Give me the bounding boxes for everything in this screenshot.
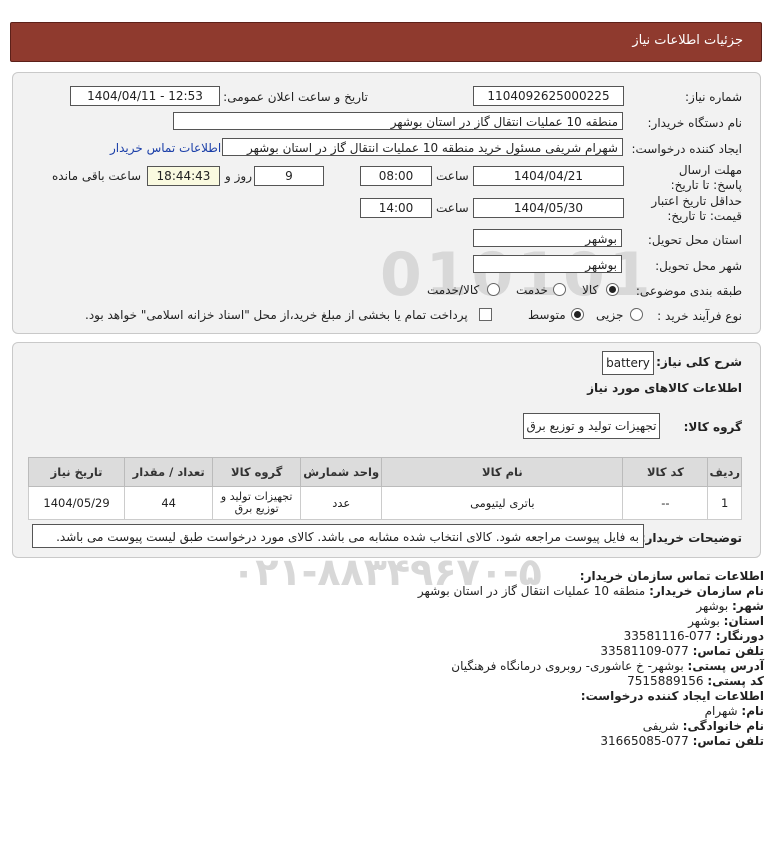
creator-field: شهرام شریفی مسئول خرید منطقه 10 عملیات ا… xyxy=(222,138,623,156)
need-date-cell: 1404/05/29 xyxy=(27,486,126,520)
contact-postal-label: کد پستی: xyxy=(707,674,764,688)
category-radio-service[interactable] xyxy=(553,283,566,296)
province-field: بوشهر xyxy=(473,229,622,247)
page-title: جزئیات اطلاعات نیاز xyxy=(632,33,743,48)
category-label: طبقه بندی موضوعی: xyxy=(635,284,742,298)
purchase-option-medium: متوسط xyxy=(528,308,566,322)
creator-last-name: شریفی xyxy=(642,719,679,733)
contact-title: اطلاعات تماس سازمان خریدار: xyxy=(579,569,764,583)
validity-label: حداقل تاریخ اعتبار قیمت: تا تاریخ: xyxy=(651,194,742,223)
contact-phone: 077-33581109 xyxy=(600,644,689,658)
remaining-time-label: ساعت باقی مانده xyxy=(52,169,142,183)
purchase-option-minor: جزیی xyxy=(596,308,624,322)
creator-first-name-label: نام: xyxy=(741,704,764,718)
contact-province: بوشهر xyxy=(688,614,720,628)
col-need-date: تاریخ نیاز xyxy=(27,457,126,487)
need-description-label: شرح کلی نیاز: xyxy=(656,355,742,369)
days-field: 9 xyxy=(254,166,324,186)
contact-city-label: شهر: xyxy=(732,599,764,613)
need-number-field: 1104092625000225 xyxy=(473,86,624,106)
buyer-notes-label: توضیحات خریدار: xyxy=(640,531,742,545)
col-quantity: تعداد / مقدار xyxy=(124,457,214,487)
need-number-label: شماره نیاز: xyxy=(685,90,742,104)
category-option-service: خدمت xyxy=(516,283,548,297)
buyer-contact-section: اطلاعات تماس سازمان خریدار: نام سازمان خ… xyxy=(418,569,764,749)
buyer-org-field: منطقه 10 عملیات انتقال گاز در استان بوشه… xyxy=(173,112,623,130)
contact-city: بوشهر xyxy=(696,599,729,613)
contact-address: بوشهر- خ عاشوری- روبروی درمانگاه فرهنگیا… xyxy=(451,659,684,673)
category-option-goods-service: کالا/خدمت xyxy=(427,283,480,297)
deadline-time-label: ساعت xyxy=(436,169,469,183)
col-unit: واحد شمارش xyxy=(300,457,383,487)
treasury-payment-checkbox[interactable] xyxy=(479,308,492,321)
validity-date-field: 1404/05/30 xyxy=(473,198,624,218)
contact-province-label: استان: xyxy=(723,614,764,628)
buyer-contact-link[interactable]: اطلاعات تماس خریدار xyxy=(110,141,221,155)
goods-table: ردیف کد کالا نام کالا واحد شمارش گروه کا… xyxy=(27,457,742,520)
buyer-org-label: نام دستگاه خریدار: xyxy=(647,116,743,130)
quantity-cell: 44 xyxy=(124,486,214,520)
goods-info-title: اطلاعات کالاهای مورد نیاز xyxy=(587,381,742,395)
deadline-date-field: 1404/04/21 xyxy=(473,166,624,186)
goods-name-cell: باتری لیتیومی xyxy=(381,486,624,520)
contact-phone-label: تلفن تماس: xyxy=(692,644,764,658)
validity-time-label: ساعت xyxy=(436,201,469,215)
contact-postal: 7515889156 xyxy=(627,674,704,688)
treasury-payment-note: پرداخت تمام یا بخشی از مبلغ خرید،از محل … xyxy=(85,308,468,322)
deadline-time-field: 08:00 xyxy=(360,166,432,186)
days-label: روز و xyxy=(225,169,252,183)
contact-fax-label: دورنگار: xyxy=(715,629,764,643)
unit-cell: عدد xyxy=(300,486,383,520)
creator-first-name: شهرام xyxy=(704,704,738,718)
city-label: شهر محل تحویل: xyxy=(655,259,742,273)
creator-label: ایجاد کننده درخواست: xyxy=(631,142,742,156)
goods-group-cell: تجهیزات تولید و توزیع برق xyxy=(212,486,302,520)
row-number-cell: 1 xyxy=(707,486,742,520)
category-option-goods: کالا xyxy=(582,283,599,297)
contact-org-label: نام سازمان خریدار: xyxy=(649,584,764,598)
goods-group-field: تجهیزات تولید و توزیع برق xyxy=(523,413,660,439)
buyer-notes-field: به فایل پیوست مراجعه شود. کالای انتخاب ش… xyxy=(32,524,644,548)
remaining-time-field: 18:44:43 xyxy=(147,166,220,186)
goods-code-cell: -- xyxy=(622,486,709,520)
table-row: 1 -- باتری لیتیومی عدد تجهیزات تولید و ت… xyxy=(27,486,742,520)
announce-label: تاریخ و ساعت اعلان عمومی: xyxy=(223,90,368,104)
category-radio-goods-service[interactable] xyxy=(487,283,500,296)
col-goods-name: نام کالا xyxy=(381,457,624,487)
contact-org: منطقه 10 عملیات انتقال گاز در استان بوشه… xyxy=(417,584,646,598)
validity-time-field: 14:00 xyxy=(360,198,432,218)
col-goods-code: کد کالا xyxy=(622,457,709,487)
need-description-field: battery xyxy=(602,351,654,375)
purchase-type-label: نوع فرآیند خرید : xyxy=(657,309,742,323)
creator-phone-label: تلفن تماس: xyxy=(692,734,764,748)
deadline-label: مهلت ارسال پاسخ: تا تاریخ: xyxy=(670,163,742,192)
col-goods-group: گروه کالا xyxy=(212,457,302,487)
city-field: بوشهر xyxy=(473,255,622,273)
creator-phone: 077-31665085 xyxy=(600,734,689,748)
province-label: استان محل تحویل: xyxy=(647,233,742,247)
purchase-radio-minor[interactable] xyxy=(630,308,643,321)
goods-table-header: ردیف کد کالا نام کالا واحد شمارش گروه کا… xyxy=(27,457,742,487)
creator-info-title: اطلاعات ایجاد کننده درخواست: xyxy=(580,689,764,703)
contact-fax: 077-33581116 xyxy=(623,629,712,643)
announce-field: 1404/04/11 - 12:53 xyxy=(70,86,220,106)
category-radio-goods[interactable] xyxy=(606,283,619,296)
page-header: جزئیات اطلاعات نیاز xyxy=(10,22,762,62)
contact-address-label: آدرس پستی: xyxy=(687,659,764,673)
goods-group-label: گروه کالا: xyxy=(683,420,742,434)
purchase-radio-medium[interactable] xyxy=(571,308,584,321)
col-row-number: ردیف xyxy=(707,457,742,487)
creator-last-name-label: نام خانوادگی: xyxy=(682,719,764,733)
